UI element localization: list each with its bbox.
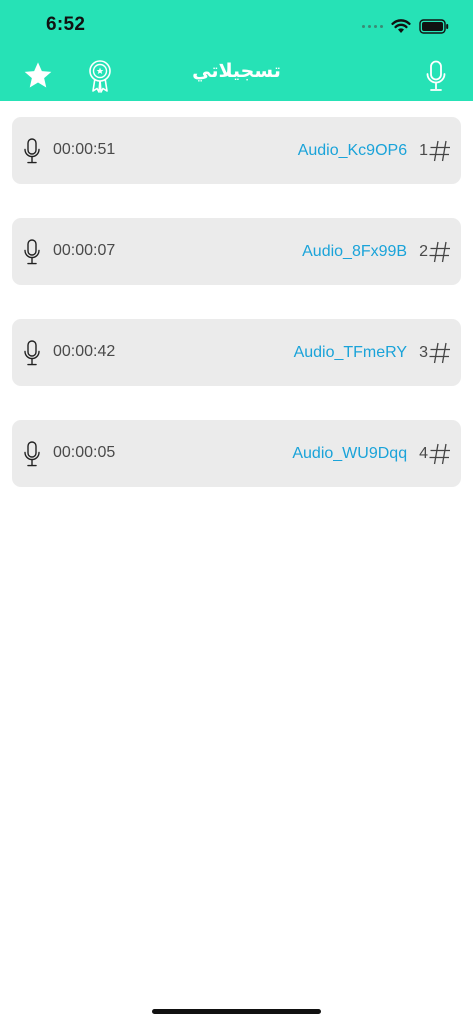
recording-duration: 00:00:07 <box>53 242 116 259</box>
recording-name-link[interactable]: Audio_8Fx99B <box>302 243 407 261</box>
recording-label: Audio_TFmeRY 3 <box>294 319 451 386</box>
record-button[interactable] <box>423 58 449 94</box>
recording-name-link[interactable]: Audio_TFmeRY <box>294 344 408 362</box>
battery-icon <box>419 18 449 34</box>
page-title: تسجيلاتي <box>192 61 281 82</box>
home-indicator[interactable] <box>152 1009 321 1014</box>
recording-row[interactable]: 00:00:42 Audio_TFmeRY 3 <box>12 319 461 386</box>
recordings-list: 00:00:51 Audio_Kc9OP6 1 00:00:07 Audio_8… <box>12 117 461 521</box>
hash-icon <box>429 443 450 464</box>
recording-index: 1 <box>419 141 428 159</box>
recording-name-link[interactable]: Audio_WU9Dqq <box>292 445 407 463</box>
recording-label: Audio_Kc9OP6 1 <box>298 117 451 184</box>
recording-row[interactable]: 00:00:07 Audio_8Fx99B 2 <box>12 218 461 285</box>
recording-duration: 00:00:51 <box>53 141 116 158</box>
hash-icon <box>429 140 450 161</box>
microphone-icon <box>24 441 40 467</box>
microphone-icon <box>24 239 40 265</box>
status-time: 6:52 <box>46 14 86 35</box>
recording-duration: 00:00:42 <box>53 343 116 360</box>
hash-icon <box>429 342 450 363</box>
recording-label: Audio_8Fx99B 2 <box>302 218 451 285</box>
hash-icon <box>429 241 450 262</box>
recording-index: 2 <box>419 242 428 260</box>
recording-label: Audio_WU9Dqq 4 <box>292 420 451 487</box>
screen: 6:52 تسجيلاتي 00:00:51 Audio_Kc9OP6 1 00… <box>0 0 473 1024</box>
recording-duration: 00:00:05 <box>53 444 116 461</box>
recording-row[interactable]: 00:00:05 Audio_WU9Dqq 4 <box>12 420 461 487</box>
microphone-icon <box>426 60 446 91</box>
wifi-icon <box>391 19 411 33</box>
recording-row[interactable]: 00:00:51 Audio_Kc9OP6 1 <box>12 117 461 184</box>
header-bar: 6:52 تسجيلاتي <box>0 0 473 101</box>
status-icons <box>362 14 449 38</box>
signal-icon <box>362 24 383 28</box>
microphone-icon <box>24 340 40 366</box>
recording-index: 3 <box>419 343 428 361</box>
microphone-icon <box>24 138 40 164</box>
recording-index: 4 <box>419 444 428 462</box>
recording-name-link[interactable]: Audio_Kc9OP6 <box>298 142 407 160</box>
